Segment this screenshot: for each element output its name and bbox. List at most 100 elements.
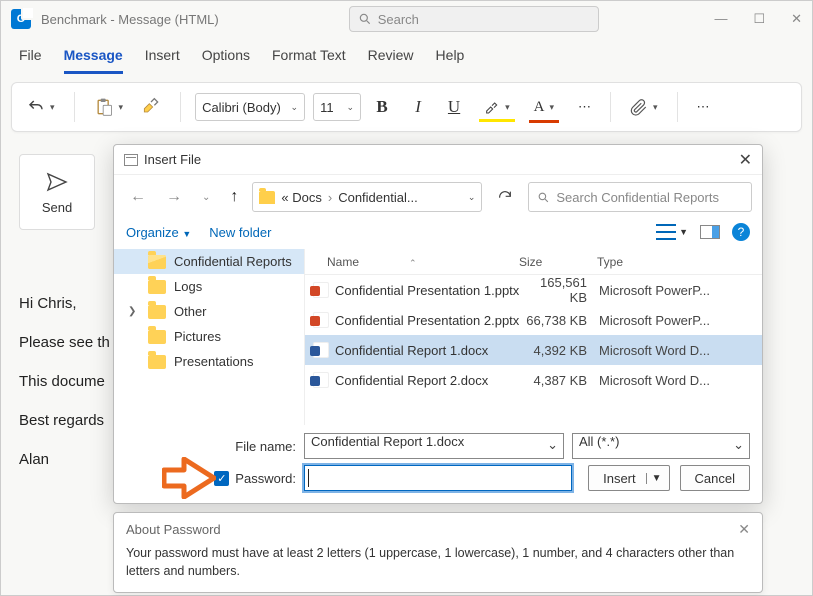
dialog-icon bbox=[124, 154, 138, 166]
refresh-button[interactable] bbox=[490, 182, 520, 212]
dialog-close-button[interactable]: ✕ bbox=[739, 150, 752, 170]
password-checkbox[interactable]: ✓ bbox=[214, 471, 229, 486]
filename-label: File name: bbox=[126, 439, 296, 454]
font-size-combo[interactable]: 11⌄ bbox=[313, 93, 361, 121]
file-row[interactable]: Confidential Report 2.docx4,387 KBMicros… bbox=[305, 365, 762, 395]
about-password-panel: About Password ✕ Your password must have… bbox=[113, 512, 763, 593]
file-name: Confidential Report 1.docx bbox=[335, 343, 521, 358]
close-button[interactable]: ✕ bbox=[791, 11, 802, 27]
search-placeholder: Search bbox=[378, 12, 419, 27]
tab-review[interactable]: Review bbox=[368, 43, 414, 74]
file-type: Microsoft Word D... bbox=[599, 343, 762, 358]
tab-format-text[interactable]: Format Text bbox=[272, 43, 346, 74]
word-icon bbox=[313, 342, 329, 358]
send-label: Send bbox=[42, 200, 72, 215]
file-name: Confidential Presentation 1.pptx bbox=[335, 283, 521, 298]
undo-button[interactable]: ▾ bbox=[22, 94, 60, 120]
italic-button[interactable]: I bbox=[407, 97, 429, 117]
file-list: Name⌃ Size Type Confidential Presentatio… bbox=[304, 249, 762, 425]
nav-up-button[interactable]: ↑ bbox=[224, 184, 244, 210]
view-button[interactable]: ▼ bbox=[656, 224, 688, 240]
file-type: Microsoft Word D... bbox=[599, 373, 762, 388]
about-password-close-button[interactable]: ✕ bbox=[738, 521, 750, 538]
tree-item-other[interactable]: ❯Other bbox=[114, 299, 304, 324]
tree-item-logs[interactable]: Logs bbox=[114, 274, 304, 299]
file-list-header[interactable]: Name⌃ Size Type bbox=[305, 249, 762, 275]
search-icon bbox=[358, 12, 372, 26]
titlebar-search[interactable]: Search bbox=[349, 6, 599, 32]
about-password-body: Your password must have at least 2 lette… bbox=[126, 544, 750, 580]
bold-button[interactable]: B bbox=[371, 97, 393, 117]
file-name: Confidential Presentation 2.pptx bbox=[335, 313, 521, 328]
nav-recent-button[interactable]: ⌄ bbox=[196, 188, 216, 207]
tab-insert[interactable]: Insert bbox=[145, 43, 180, 74]
nav-back-button[interactable]: ← bbox=[124, 184, 152, 210]
nav-forward-button[interactable]: → bbox=[160, 184, 188, 210]
file-size: 4,392 KB bbox=[521, 343, 599, 358]
preview-pane-button[interactable] bbox=[700, 225, 720, 239]
file-row[interactable]: Confidential Report 1.docx4,392 KBMicros… bbox=[305, 335, 762, 365]
tab-options[interactable]: Options bbox=[202, 43, 250, 74]
tree-item-presentations[interactable]: Presentations bbox=[114, 349, 304, 374]
search-icon bbox=[537, 191, 550, 204]
new-folder-button[interactable]: New folder bbox=[209, 225, 271, 240]
folder-tree: Confidential Reports Logs ❯Other Picture… bbox=[114, 249, 304, 425]
underline-button[interactable]: U bbox=[443, 97, 465, 117]
send-icon bbox=[45, 170, 69, 194]
dialog-search-placeholder: Search Confidential Reports bbox=[556, 190, 719, 205]
file-type: Microsoft PowerP... bbox=[599, 283, 762, 298]
maximize-button[interactable]: ☐ bbox=[753, 11, 765, 27]
font-color-button[interactable]: A▾ bbox=[529, 95, 559, 120]
dialog-title: Insert File bbox=[144, 152, 201, 167]
insert-button[interactable]: Insert▼ bbox=[588, 465, 669, 491]
titlebar: O Benchmark - Message (HTML) Search — ☐ … bbox=[1, 1, 812, 37]
attach-file-button[interactable]: ▾ bbox=[625, 93, 663, 121]
dialog-toolbar: Organize ▼ New folder ▼ ? bbox=[114, 219, 762, 249]
window-controls: — ☐ ✕ bbox=[714, 11, 802, 27]
tab-message[interactable]: Message bbox=[64, 43, 123, 74]
ribbon-overflow-button[interactable]: ⋯ bbox=[692, 95, 715, 119]
password-input[interactable] bbox=[304, 465, 572, 491]
file-type: Microsoft PowerP... bbox=[599, 313, 762, 328]
send-button[interactable]: Send bbox=[19, 154, 95, 230]
more-formatting-button[interactable]: ⋯ bbox=[573, 95, 596, 119]
tab-help[interactable]: Help bbox=[436, 43, 465, 74]
dialog-nav: ← → ⌄ ↑ « Docs › Confidential... ⌄ Searc… bbox=[114, 175, 762, 219]
font-family-combo[interactable]: Calibri (Body)⌄ bbox=[195, 93, 305, 121]
cancel-button[interactable]: Cancel bbox=[680, 465, 750, 491]
about-password-title: About Password bbox=[126, 522, 221, 537]
file-row[interactable]: Confidential Presentation 2.pptx66,738 K… bbox=[305, 305, 762, 335]
folder-icon bbox=[148, 305, 166, 319]
tab-file[interactable]: File bbox=[19, 43, 42, 74]
filename-input[interactable]: Confidential Report 1.docx bbox=[304, 433, 564, 459]
format-painter-button[interactable] bbox=[136, 93, 166, 121]
outlook-window: O Benchmark - Message (HTML) Search — ☐ … bbox=[0, 0, 813, 596]
minimize-button[interactable]: — bbox=[714, 11, 727, 27]
folder-icon bbox=[148, 330, 166, 344]
folder-icon bbox=[148, 355, 166, 369]
file-name: Confidential Report 2.docx bbox=[335, 373, 521, 388]
file-size: 165,561 KB bbox=[521, 275, 599, 305]
breadcrumb[interactable]: « Docs › Confidential... ⌄ bbox=[252, 182, 482, 212]
file-size: 4,387 KB bbox=[521, 373, 599, 388]
help-button[interactable]: ? bbox=[732, 223, 750, 241]
outlook-icon: O bbox=[11, 9, 31, 29]
ribbon: ▾ ▾ Calibri (Body)⌄ 11⌄ B I U ▾ A▾ ⋯ ▾ ⋯ bbox=[11, 82, 802, 132]
file-size: 66,738 KB bbox=[521, 313, 599, 328]
paste-button[interactable]: ▾ bbox=[89, 92, 129, 122]
file-row[interactable]: Confidential Presentation 1.pptx165,561 … bbox=[305, 275, 762, 305]
powerpoint-icon bbox=[313, 282, 329, 298]
tree-item-confidential-reports[interactable]: Confidential Reports bbox=[114, 249, 304, 274]
insert-file-dialog: Insert File ✕ ← → ⌄ ↑ « Docs › Confident… bbox=[113, 144, 763, 504]
organize-button[interactable]: Organize ▼ bbox=[126, 225, 191, 240]
password-label: Password: bbox=[235, 471, 296, 486]
dialog-search[interactable]: Search Confidential Reports bbox=[528, 182, 752, 212]
ribbon-tabs: File Message Insert Options Format Text … bbox=[1, 37, 812, 74]
tree-item-pictures[interactable]: Pictures bbox=[114, 324, 304, 349]
powerpoint-icon bbox=[313, 312, 329, 328]
file-filter-dropdown[interactable]: All (*.*) bbox=[572, 433, 750, 459]
word-icon bbox=[313, 372, 329, 388]
folder-icon bbox=[148, 280, 166, 294]
highlight-button[interactable]: ▾ bbox=[479, 95, 515, 119]
callout-arrow-icon bbox=[162, 457, 216, 502]
